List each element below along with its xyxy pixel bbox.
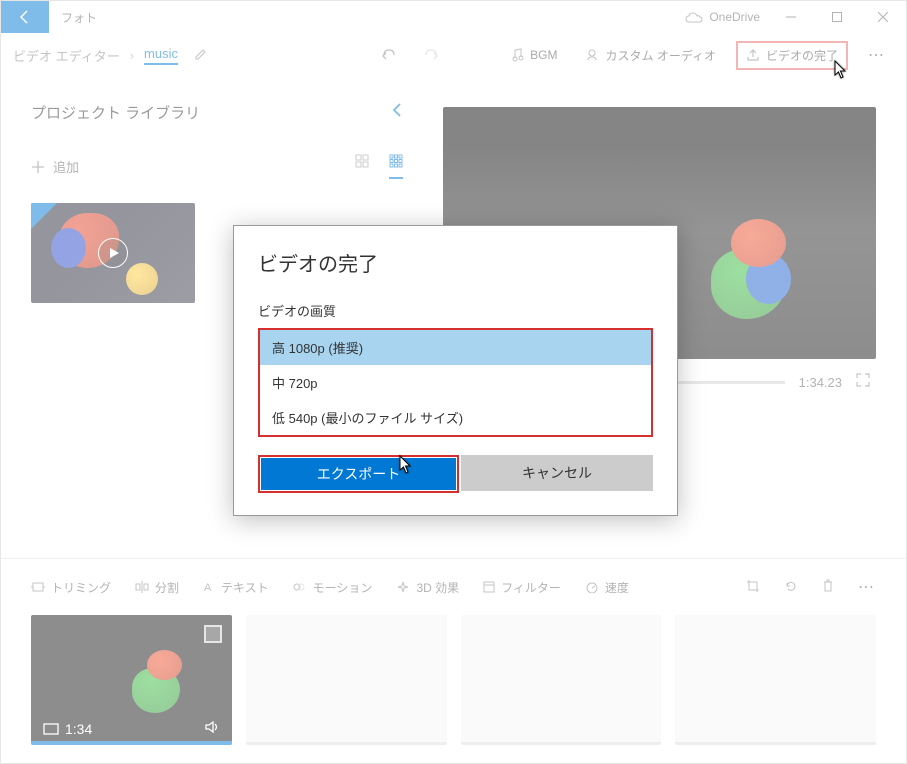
text-button[interactable]: Aテキスト bbox=[203, 579, 269, 596]
rotate-icon bbox=[784, 579, 798, 593]
quality-options: 高 1080p (推奨) 中 720p 低 540p (最小のファイル サイズ) bbox=[258, 328, 653, 437]
storyboard: トリミング 分割 Aテキスト モーション 3D 効果 フィルター 速度 ⋯ 1:… bbox=[1, 558, 906, 763]
app-title: フォト bbox=[61, 9, 685, 26]
filter-icon bbox=[483, 581, 495, 593]
timeline-time: 1:34.23 bbox=[799, 375, 842, 390]
titlebar: フォト OneDrive bbox=[1, 1, 906, 33]
minimize-button[interactable] bbox=[768, 1, 814, 33]
export-button[interactable]: エクスポート bbox=[261, 458, 456, 490]
svg-text:A: A bbox=[204, 582, 212, 593]
audio-icon bbox=[585, 48, 599, 62]
close-button[interactable] bbox=[860, 1, 906, 33]
volume-icon[interactable] bbox=[204, 720, 220, 737]
add-button[interactable]: 追加 bbox=[31, 157, 79, 176]
edit-icon[interactable] bbox=[194, 47, 208, 64]
dialog-title: ビデオの完了 bbox=[258, 248, 653, 277]
finish-video-dialog: ビデオの完了 ビデオの画質 高 1080p (推奨) 中 720p 低 540p… bbox=[233, 225, 678, 516]
trash-icon bbox=[822, 579, 834, 593]
cancel-button[interactable]: キャンセル bbox=[461, 455, 653, 491]
speed-button[interactable]: 速度 bbox=[585, 579, 629, 596]
crop-button[interactable] bbox=[746, 579, 760, 596]
custom-audio-button[interactable]: カスタム オーディオ bbox=[577, 41, 724, 70]
breadcrumb-root[interactable]: ビデオ エディター bbox=[13, 46, 120, 65]
sparkle-icon bbox=[396, 581, 410, 593]
motion-icon bbox=[293, 581, 307, 593]
trimming-button[interactable]: トリミング bbox=[31, 579, 111, 596]
motion-button[interactable]: モーション bbox=[293, 579, 373, 596]
storyboard-clip[interactable]: 1:34 bbox=[31, 615, 232, 745]
empty-clip-slot[interactable] bbox=[675, 615, 876, 745]
finish-video-button[interactable]: ビデオの完了 bbox=[736, 41, 848, 70]
music-icon bbox=[510, 48, 524, 62]
undo-button[interactable] bbox=[372, 42, 404, 68]
sidebar-title: プロジェクト ライブラリ bbox=[31, 102, 200, 123]
maximize-button[interactable] bbox=[814, 1, 860, 33]
cursor-icon bbox=[399, 455, 413, 475]
filter-button[interactable]: フィルター bbox=[483, 579, 561, 596]
cloud-icon bbox=[685, 11, 703, 23]
crop-icon bbox=[746, 579, 760, 593]
back-button[interactable] bbox=[1, 1, 49, 33]
3d-effects-button[interactable]: 3D 効果 bbox=[396, 579, 459, 596]
quality-option-medium[interactable]: 中 720p bbox=[260, 365, 651, 400]
delete-button[interactable] bbox=[822, 579, 834, 596]
cursor-icon bbox=[834, 60, 848, 80]
breadcrumb: ビデオ エディター › music bbox=[13, 46, 208, 65]
quality-option-high[interactable]: 高 1080p (推奨) bbox=[260, 330, 651, 365]
quality-option-low[interactable]: 低 540p (最小のファイル サイズ) bbox=[260, 400, 651, 435]
storyboard-more-button[interactable]: ⋯ bbox=[858, 577, 876, 597]
play-icon bbox=[98, 238, 128, 268]
clip-duration: 1:34 bbox=[43, 721, 92, 737]
breadcrumb-current[interactable]: music bbox=[144, 46, 178, 65]
empty-clip-slot[interactable] bbox=[246, 615, 447, 745]
fullscreen-button[interactable] bbox=[856, 373, 870, 392]
grid-small-view-button[interactable] bbox=[389, 154, 403, 179]
rotate-button[interactable] bbox=[784, 579, 798, 596]
trim-icon bbox=[31, 581, 45, 593]
quality-label: ビデオの画質 bbox=[258, 301, 653, 320]
chevron-right-icon: › bbox=[130, 48, 134, 63]
speed-icon bbox=[585, 581, 599, 593]
grid-large-view-button[interactable] bbox=[355, 154, 369, 179]
collapse-sidebar-button[interactable] bbox=[391, 101, 403, 124]
bgm-button[interactable]: BGM bbox=[502, 42, 565, 68]
more-button[interactable]: ⋯ bbox=[860, 39, 894, 71]
plus-icon bbox=[31, 160, 45, 174]
redo-button[interactable] bbox=[416, 42, 448, 68]
empty-clip-slot[interactable] bbox=[461, 615, 662, 745]
text-icon: A bbox=[203, 581, 215, 593]
toolbar: ビデオ エディター › music BGM カスタム オーディオ ビデオの完了 … bbox=[1, 33, 906, 77]
export-icon bbox=[746, 48, 760, 62]
split-icon bbox=[135, 581, 149, 593]
library-thumbnail[interactable] bbox=[31, 203, 195, 303]
clip-checkbox[interactable] bbox=[204, 625, 222, 643]
onedrive-status[interactable]: OneDrive bbox=[685, 10, 760, 24]
split-button[interactable]: 分割 bbox=[135, 579, 179, 596]
